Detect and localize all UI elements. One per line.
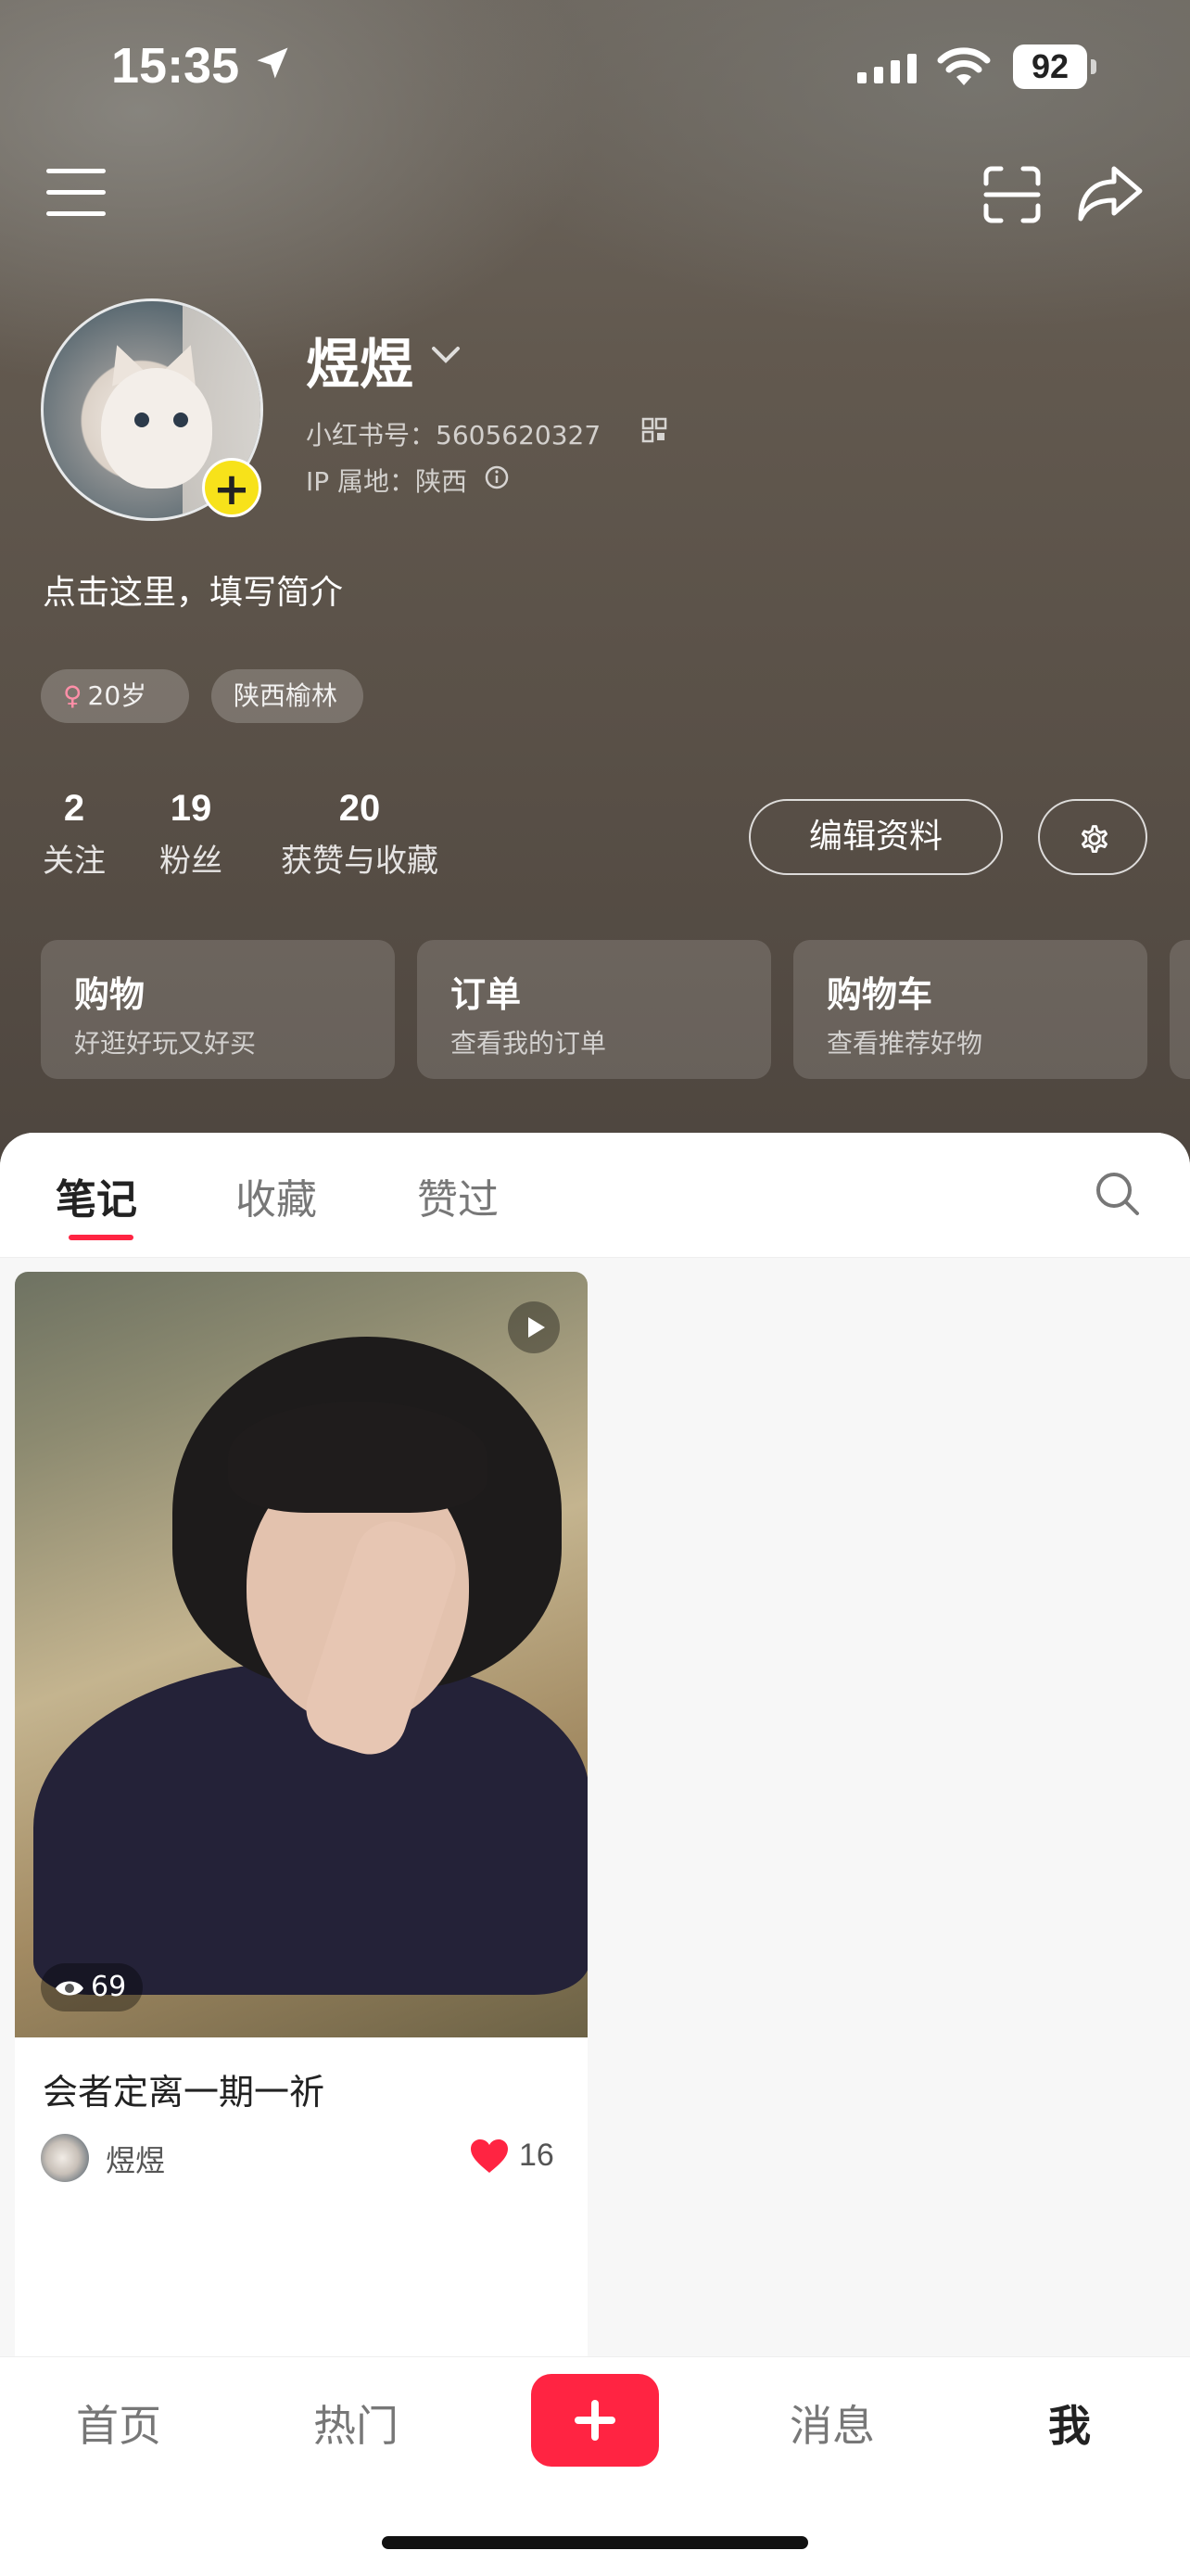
video-play-icon — [508, 1301, 560, 1353]
card-subtitle: 查看我的订单 — [450, 1028, 607, 1059]
menu-button[interactable] — [46, 169, 106, 217]
qr-code-icon[interactable] — [641, 417, 667, 443]
stat-label: 粉丝 — [159, 843, 222, 880]
author-avatar[interactable] — [41, 2134, 89, 2182]
avatar-cat-eye — [134, 412, 149, 427]
menu-line-icon — [46, 169, 106, 173]
stat-number: 20 — [338, 788, 381, 829]
photo-bangs — [228, 1402, 487, 1513]
stat-followers[interactable]: 19 粉丝 — [154, 788, 228, 881]
battery-cap — [1091, 59, 1096, 74]
card-subtitle: 好逛好玩又好买 — [74, 1028, 257, 1059]
stat-number: 19 — [170, 788, 212, 829]
avatar-cat-face — [101, 368, 212, 489]
wifi-icon — [937, 47, 991, 85]
active-tab-indicator — [69, 1235, 133, 1240]
card-title: 订单 — [450, 974, 522, 1015]
info-icon[interactable] — [484, 464, 510, 490]
cellular-signal-icon — [857, 54, 917, 83]
card-title: 购物 — [74, 974, 146, 1015]
status-time: 15:35 — [111, 38, 240, 94]
stat-label: 关注 — [43, 843, 106, 880]
location-arrow-icon — [257, 47, 288, 79]
stat-likes-collects[interactable]: 20 获赞与收藏 — [271, 788, 449, 881]
chevron-down-icon[interactable] — [430, 345, 462, 365]
nav-hot[interactable]: 热门 — [291, 2392, 421, 2454]
content-tabs: 笔记 收藏 赞过 — [0, 1133, 1190, 1258]
view-count-badge: 69 — [41, 1963, 144, 2011]
nav-messages[interactable]: 消息 — [767, 2392, 897, 2454]
avatar-add-button[interactable]: + — [202, 458, 261, 517]
note-like-count: 16 — [519, 2138, 554, 2173]
avatar-cat-eye — [173, 412, 188, 427]
search-icon[interactable] — [1094, 1170, 1142, 1218]
menu-line-icon — [46, 190, 106, 195]
nav-me[interactable]: 我 — [1005, 2392, 1134, 2454]
menu-line-icon — [46, 211, 106, 216]
eye-icon — [56, 1981, 83, 1995]
age-label: 20岁 — [87, 680, 147, 711]
ip-location: IP 属地：陕西 — [306, 466, 468, 497]
battery-indicator: 92 — [1013, 44, 1087, 89]
bio-prompt[interactable]: 点击这里，填写简介 — [43, 565, 343, 614]
card-subtitle: 查看推荐好物 — [827, 1028, 983, 1059]
profile-header: 15:35 92 + 煜煜 小红书号：5605620327 IP 属地：陕西 点… — [0, 0, 1190, 1168]
cart-card[interactable]: 购物车 查看推荐好物 — [793, 940, 1147, 1079]
more-card-peek[interactable] — [1170, 940, 1190, 1079]
username: 煜煜 — [306, 333, 414, 396]
stat-following[interactable]: 2 关注 — [37, 788, 111, 881]
location-tag: 陕西榆林 — [211, 669, 363, 723]
heart-icon[interactable] — [469, 2138, 510, 2175]
tab-liked[interactable]: 赞过 — [417, 1166, 499, 1225]
stat-number: 2 — [63, 788, 85, 829]
tab-favorites[interactable]: 收藏 — [235, 1166, 317, 1225]
stat-label: 获赞与收藏 — [281, 843, 438, 880]
nav-home[interactable]: 首页 — [54, 2392, 184, 2454]
share-icon[interactable] — [1077, 163, 1144, 222]
edit-profile-button[interactable]: 编辑资料 — [749, 799, 1003, 875]
red-id: 小红书号：5605620327 — [306, 420, 601, 450]
card-title: 购物车 — [827, 974, 933, 1015]
gear-icon — [1082, 825, 1108, 854]
status-bar: 15:35 92 — [0, 0, 1190, 139]
note-card[interactable]: 69 会者定离一期一祈 煜煜 16 — [15, 1272, 588, 2356]
tab-notes[interactable]: 笔记 — [56, 1166, 137, 1225]
scan-icon[interactable] — [982, 165, 1042, 224]
female-icon: ♀ — [63, 680, 82, 711]
gender-age-tag: ♀ 20岁 — [41, 669, 189, 723]
home-indicator[interactable] — [382, 2536, 808, 2549]
note-author: 煜煜 — [106, 2143, 166, 2178]
view-count: 69 — [91, 1971, 127, 2003]
note-cover-image[interactable]: 69 — [15, 1272, 588, 2037]
orders-card[interactable]: 订单 查看我的订单 — [417, 940, 771, 1079]
note-title: 会者定离一期一祈 — [43, 2072, 325, 2113]
settings-button[interactable] — [1038, 799, 1147, 875]
content-panel: 笔记 收藏 赞过 69 会者定离一期一祈 煜煜 16 — [0, 1133, 1190, 2356]
create-post-button[interactable] — [531, 2374, 659, 2467]
shopping-card[interactable]: 购物 好逛好玩又好买 — [41, 940, 395, 1079]
